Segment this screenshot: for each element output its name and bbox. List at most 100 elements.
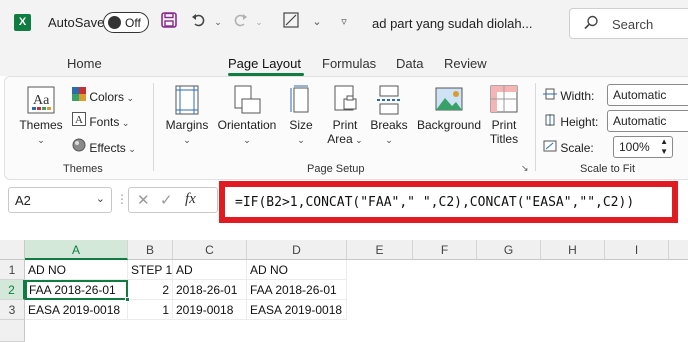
print-area-label-1: Print	[332, 118, 358, 132]
redo-icon[interactable]	[229, 12, 251, 32]
page-setup-launcher-icon[interactable]: ↘	[521, 163, 529, 174]
format-painter-icon[interactable]	[280, 12, 302, 32]
fonts-button[interactable]: A Fonts ⌄	[72, 112, 129, 129]
autosave-state: Off	[125, 16, 141, 30]
colors-button[interactable]: Colors ⌄	[72, 87, 134, 104]
cell-d2[interactable]: FAA 2018-26-01	[247, 280, 347, 300]
effects-dropdown-icon: ⌄	[125, 144, 136, 154]
height-select[interactable]: Automatic	[607, 110, 688, 132]
row-header[interactable]: 3	[0, 300, 25, 320]
width-select[interactable]: Automatic	[607, 84, 688, 106]
themes-button[interactable]: Aa Themes ⌄	[19, 85, 63, 146]
page-setup-group-label: Page Setup	[307, 163, 365, 175]
cell-b2[interactable]: 2	[128, 280, 173, 300]
autosave-toggle[interactable]: Off	[103, 12, 149, 33]
size-icon	[287, 85, 315, 118]
tab-formulas[interactable]: Formulas	[322, 56, 376, 71]
cell-c3[interactable]: 2019-0018	[173, 300, 247, 320]
cell-c1[interactable]: AD	[173, 260, 247, 280]
cell-d1[interactable]: AD NO	[247, 260, 347, 280]
print-area-button[interactable]: Print Area ⌄	[327, 85, 363, 146]
scale-control: Scale:	[543, 140, 594, 155]
tab-page-layout[interactable]: Page Layout	[228, 56, 301, 71]
column-header[interactable]: D	[247, 240, 347, 260]
width-value: Automatic	[613, 88, 667, 102]
scale-label: Scale:	[560, 141, 594, 155]
name-box[interactable]: A2 ⌄	[8, 187, 112, 213]
name-box-dropdown-icon[interactable]: ⌄	[96, 192, 105, 205]
cell-a3[interactable]: EASA 2019-0018	[25, 300, 128, 320]
themes-group-label: Themes	[63, 163, 103, 175]
fill-handle[interactable]	[125, 297, 130, 302]
height-icon	[543, 114, 557, 129]
name-box-value: A2	[15, 193, 31, 208]
search-box[interactable]: Search	[569, 8, 688, 39]
fonts-dropdown-icon: ⌄	[119, 118, 130, 128]
print-area-label-2: Area	[327, 132, 353, 146]
enter-icon[interactable]: ✓	[160, 191, 173, 209]
ribbon-tabs: Home Page Layout Formulas Data Review	[0, 44, 688, 76]
redo-dropdown-icon[interactable]: ⌄	[253, 12, 265, 32]
column-header[interactable]: I	[605, 240, 669, 260]
size-button[interactable]: Size ⌄	[287, 85, 315, 146]
margins-button[interactable]: Margins ⌄	[163, 85, 211, 146]
column-header[interactable]: C	[173, 240, 247, 260]
breaks-icon	[369, 85, 409, 118]
cancel-icon[interactable]: ✕	[137, 191, 150, 209]
print-area-icon	[327, 85, 363, 118]
select-all-corner[interactable]	[0, 240, 25, 260]
effects-label: Effects	[89, 141, 126, 155]
column-header[interactable]: B	[128, 240, 173, 260]
autosave-label: AutoSave	[48, 15, 105, 30]
cell-c2[interactable]: 2018-26-01	[173, 280, 247, 300]
colors-icon	[72, 87, 86, 104]
column-header[interactable]: G	[477, 240, 541, 260]
colors-label: Colors	[89, 90, 125, 104]
ribbon: Aa Themes ⌄ Colors ⌄ A Fonts ⌄ Effects ⌄…	[4, 76, 688, 180]
effects-button[interactable]: Effects ⌄	[72, 138, 136, 155]
undo-icon[interactable]	[188, 12, 210, 32]
column-header[interactable]: F	[413, 240, 477, 260]
svg-text:Aa: Aa	[33, 93, 50, 108]
margins-dropdown-icon: ⌄	[183, 135, 191, 145]
formula-controls: ✕ ✓ fx	[128, 187, 218, 213]
scale-spin-icon[interactable]: ▲ ▼	[660, 137, 668, 157]
size-label: Size	[289, 118, 313, 132]
save-icon[interactable]	[158, 12, 180, 32]
row-header[interactable]: 1	[0, 260, 25, 280]
print-titles-button[interactable]: Print Titles	[485, 85, 523, 146]
orientation-label: Orientation	[217, 118, 277, 132]
row-header[interactable]: 2	[0, 280, 25, 300]
document-title[interactable]: ad part yang sudah diolah...	[372, 16, 532, 31]
formula-input[interactable]: =IF(B2>1,CONCAT("FAA"," ",C2),CONCAT("EA…	[219, 181, 678, 223]
cell-d3[interactable]: EASA 2019-0018	[247, 300, 347, 320]
print-titles-label-2: Titles	[489, 132, 519, 146]
scale-spinner[interactable]: 100% ▲ ▼	[613, 136, 673, 158]
tab-review[interactable]: Review	[444, 56, 487, 71]
themes-label: Themes	[19, 118, 63, 132]
cell-a1[interactable]: AD NO	[25, 260, 128, 280]
insert-function-icon[interactable]: fx	[185, 191, 196, 208]
tab-home[interactable]: Home	[67, 56, 102, 71]
cell-a2[interactable]: FAA 2018-26-01	[25, 280, 128, 300]
cell-b3[interactable]: 1	[128, 300, 173, 320]
width-control: Width:	[543, 88, 594, 103]
search-placeholder: Search	[612, 17, 654, 32]
undo-dropdown-icon[interactable]: ⌄	[212, 12, 224, 32]
column-header-overflow	[669, 240, 688, 260]
column-header[interactable]: A	[25, 240, 128, 260]
background-button[interactable]: Background	[413, 85, 485, 132]
scale-value: 100%	[619, 140, 650, 154]
column-header[interactable]: H	[541, 240, 605, 260]
grip-icon[interactable]: ⋮	[116, 192, 128, 206]
tab-data[interactable]: Data	[396, 56, 423, 71]
breaks-button[interactable]: Breaks ⌄	[369, 85, 409, 146]
orientation-button[interactable]: Orientation ⌄	[215, 85, 279, 146]
spreadsheet-grid[interactable]: A B C D E F G H I 1 2 3 AD NO STEP 1 AD …	[0, 240, 688, 342]
column-header[interactable]: E	[347, 240, 413, 260]
customize-qat-icon[interactable]: ⌄	[310, 12, 324, 32]
cell-b1[interactable]: STEP 1	[128, 260, 173, 280]
more-commands-icon[interactable]: ▿	[337, 12, 351, 32]
breaks-dropdown-icon: ⌄	[385, 135, 393, 145]
group-divider	[535, 83, 536, 171]
